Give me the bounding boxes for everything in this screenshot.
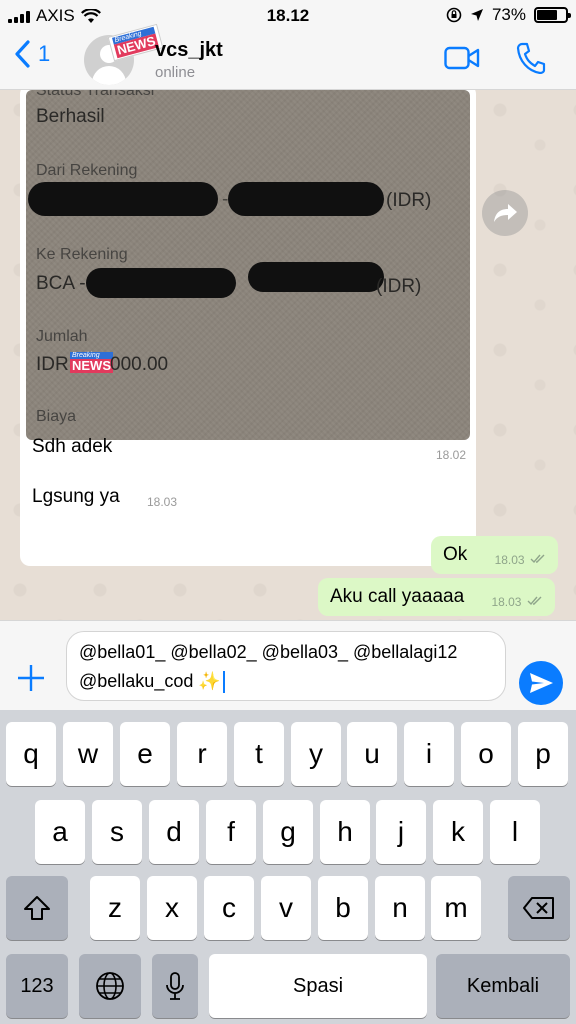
key-g[interactable]: g — [263, 800, 313, 864]
message-text: Lgsung ya — [32, 486, 120, 507]
read-receipt-icon — [530, 554, 545, 564]
receipt-status-value: Berhasil — [36, 106, 105, 127]
video-call-button[interactable] — [444, 46, 480, 75]
forward-button[interactable] — [482, 190, 528, 236]
key-e[interactable]: e — [120, 722, 170, 786]
send-button[interactable] — [519, 661, 563, 705]
redaction-bar — [228, 182, 384, 216]
key-a[interactable]: a — [35, 800, 85, 864]
key-n[interactable]: n — [375, 876, 425, 940]
key-k[interactable]: k — [433, 800, 483, 864]
receipt-fee-label: Biaya — [36, 408, 77, 425]
message-time: 18.03 — [491, 595, 522, 609]
space-key[interactable]: Spasi — [209, 954, 427, 1018]
breaking-news-sticker: Breaking NEWS — [70, 352, 113, 373]
status-right: 73% — [446, 5, 571, 25]
receipt-amount-label: Jumlah — [36, 328, 88, 345]
message-input-line: @bella01_ @bella02_ @bella03_ @bellalagi… — [79, 642, 458, 662]
transfer-receipt-photo[interactable]: Status Transaksi Berhasil Dari Rekening … — [26, 90, 470, 440]
contact-status: online — [155, 64, 196, 81]
read-receipt-icon — [527, 596, 542, 606]
receipt-amount-value: 000.00 — [110, 354, 169, 375]
key-v[interactable]: v — [261, 876, 311, 940]
backspace-key[interactable] — [508, 876, 570, 940]
receipt-to-currency: (IDR) — [376, 276, 422, 297]
message-input-line: @bellaku_cod ✨ — [79, 671, 221, 691]
message-input[interactable]: @bella01_ @bella02_ @bella03_ @bellalagi… — [66, 631, 506, 701]
back-button[interactable]: 1 — [14, 40, 50, 68]
receipt-amount-currency: IDR — [36, 354, 69, 375]
key-q[interactable]: q — [6, 722, 56, 786]
key-d[interactable]: d — [149, 800, 199, 864]
key-c[interactable]: c — [204, 876, 254, 940]
chat-header: 1 Breaking NEWS vcs_jkt online — [0, 23, 576, 90]
outgoing-message[interactable]: Ok 18.03 — [431, 536, 558, 574]
globe-key[interactable] — [79, 954, 141, 1018]
key-f[interactable]: f — [206, 800, 256, 864]
rotation-lock-icon — [446, 7, 462, 23]
message-text: Aku call yaaaaa — [330, 586, 465, 607]
message-time: 18.03 — [146, 495, 177, 509]
unread-count: 1 — [38, 41, 51, 66]
incoming-message[interactable]: Lgsung ya 18.03 — [20, 478, 189, 516]
receipt-to-bank: BCA - — [36, 273, 86, 294]
phone-icon — [516, 42, 546, 75]
message-text: Ok — [443, 544, 468, 565]
location-icon — [470, 9, 483, 21]
key-s[interactable]: s — [92, 800, 142, 864]
battery-icon — [534, 7, 571, 23]
redaction-bar — [86, 268, 236, 298]
chat-area[interactable]: Status Transaksi Berhasil Dari Rekening … — [0, 90, 576, 620]
plus-icon — [18, 665, 44, 691]
key-t[interactable]: t — [234, 722, 284, 786]
contact-name[interactable]: vcs_jkt — [155, 39, 223, 62]
redaction-bar — [248, 262, 384, 292]
key-z[interactable]: z — [90, 876, 140, 940]
receipt-status-label: Status Transaksi — [36, 90, 155, 99]
shift-key[interactable] — [6, 876, 68, 940]
numbers-key[interactable]: 123 — [6, 954, 68, 1018]
text-caret — [222, 671, 225, 694]
status-bar: AXIS 18.12 73% — [0, 0, 576, 30]
chevron-left-icon — [15, 40, 30, 68]
forward-arrow-icon — [494, 204, 517, 222]
on-screen-keyboard: 123 Spasi Kembali qwertyuiop asdfghjkl zxc… — [0, 710, 576, 1024]
message-composer: @bella01_ @bella02_ @bella03_ @bellalagi… — [0, 620, 576, 710]
key-w[interactable]: w — [63, 722, 113, 786]
send-icon — [530, 673, 553, 693]
dictation-key[interactable] — [152, 954, 198, 1018]
video-camera-icon — [444, 46, 480, 70]
receipt-from-label: Dari Rekening — [36, 162, 138, 179]
voice-call-button[interactable] — [516, 42, 546, 79]
key-h[interactable]: h — [320, 800, 370, 864]
key-x[interactable]: x — [147, 876, 197, 940]
key-y[interactable]: y — [291, 722, 341, 786]
backspace-icon — [523, 897, 554, 919]
message-time: 18.03 — [494, 553, 525, 567]
key-l[interactable]: l — [490, 800, 540, 864]
shift-icon — [24, 896, 50, 920]
key-p[interactable]: p — [518, 722, 568, 786]
key-j[interactable]: j — [376, 800, 426, 864]
key-b[interactable]: b — [318, 876, 368, 940]
key-m[interactable]: m — [431, 876, 481, 940]
receipt-to-label: Ke Rekening — [36, 246, 128, 263]
outgoing-message[interactable]: Aku call yaaaaa 18.03 — [318, 578, 555, 616]
key-r[interactable]: r — [177, 722, 227, 786]
key-o[interactable]: o — [461, 722, 511, 786]
battery-percent: 73% — [491, 5, 526, 24]
microphone-icon — [166, 972, 184, 1000]
return-key[interactable]: Kembali — [436, 954, 570, 1018]
key-i[interactable]: i — [404, 722, 454, 786]
message-time: 18.02 — [435, 448, 466, 462]
globe-icon — [96, 972, 124, 1000]
key-u[interactable]: u — [347, 722, 397, 786]
redaction-bar — [28, 182, 218, 216]
receipt-from-currency: (IDR) — [386, 190, 432, 211]
message-text: Sdh adek — [32, 436, 113, 457]
attach-button[interactable] — [16, 663, 46, 693]
